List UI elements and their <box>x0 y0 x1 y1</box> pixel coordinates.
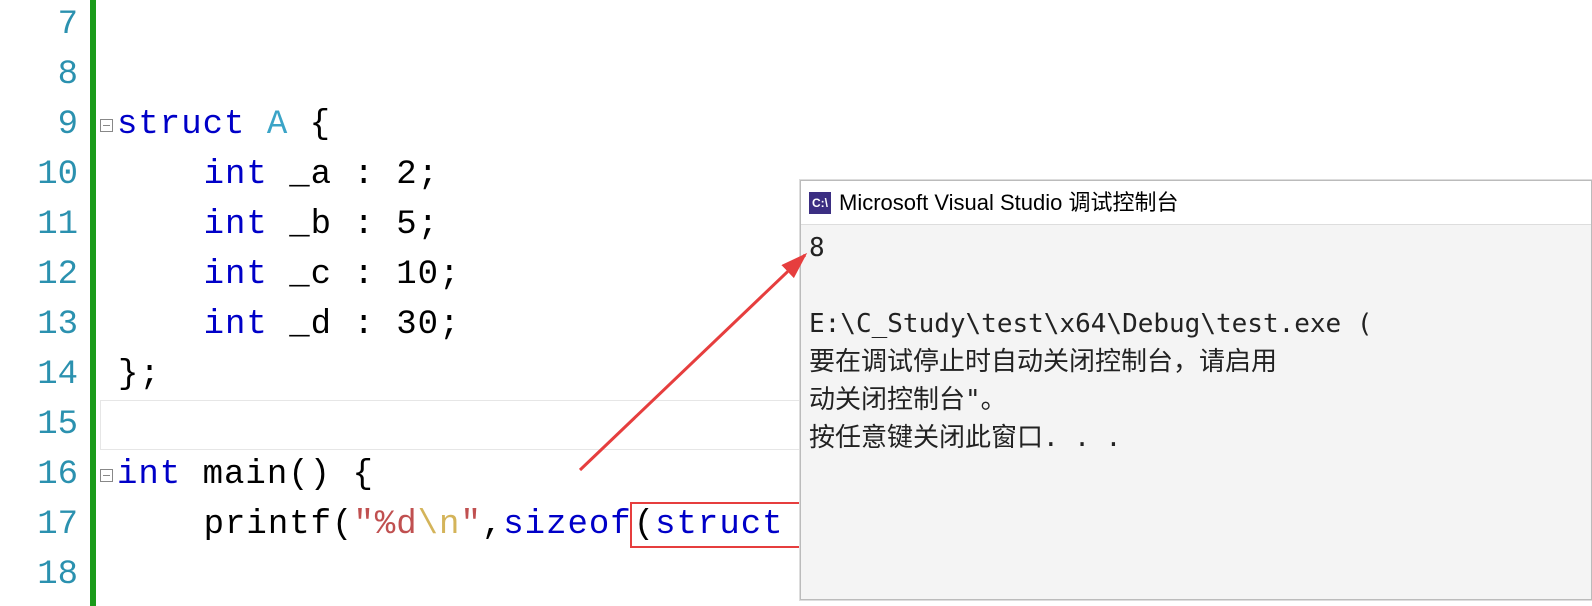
console-msg-3: 按任意键关闭此窗口. . . <box>809 423 1121 453</box>
console-titlebar[interactable]: C:\ Microsoft Visual Studio 调试控制台 <box>801 181 1591 225</box>
token-plain: _a : 2; <box>268 150 439 200</box>
token-kw: int <box>204 150 268 200</box>
token-plain: printf( <box>118 500 353 550</box>
token-kw: sizeof <box>503 500 631 550</box>
token-plain: { <box>288 100 331 150</box>
console-output[interactable]: 8 E:\C_Study\test\x64\Debug\test.exe ( 要… <box>801 225 1591 461</box>
token-kw: int <box>204 250 268 300</box>
console-icon: C:\ <box>809 192 831 214</box>
token-type: A <box>267 100 288 150</box>
token-plain <box>118 150 204 200</box>
token-kw: int <box>117 450 181 500</box>
token-plain: _b : 5; <box>268 200 439 250</box>
console-msg-2: 动关闭控制台"。 <box>809 385 1007 415</box>
line-number: 12 <box>0 250 78 300</box>
line-number: 10 <box>0 150 78 200</box>
token-kw: struct <box>117 100 245 150</box>
token-kw: struct <box>655 506 783 544</box>
line-number: 14 <box>0 350 78 400</box>
token-plain: _d : 30; <box>268 300 461 350</box>
console-title-text: Microsoft Visual Studio 调试控制台 <box>839 184 1178 222</box>
token-str: " <box>460 500 481 550</box>
token-plain <box>118 300 204 350</box>
console-path-line: E:\C_Study\test\x64\Debug\test.exe ( <box>809 309 1373 339</box>
token-plain <box>118 250 204 300</box>
token-plain: }; <box>118 350 161 400</box>
line-number: 15 <box>0 400 78 450</box>
change-bar <box>88 0 98 606</box>
code-line[interactable] <box>100 50 1592 100</box>
line-number: 18 <box>0 550 78 600</box>
token-plain <box>245 100 266 150</box>
line-number: 11 <box>0 200 78 250</box>
code-line[interactable]: struct A { <box>100 100 1592 150</box>
token-plain: _c : 10; <box>268 250 461 300</box>
line-number: 9 <box>0 100 78 150</box>
token-str: "%d <box>353 500 417 550</box>
line-number-gutter: 789101112131415161718 <box>0 0 88 606</box>
line-number: 8 <box>0 50 78 100</box>
token-esc: \n <box>418 500 461 550</box>
token-plain: , <box>482 500 503 550</box>
token-plain <box>118 200 204 250</box>
code-line[interactable] <box>100 0 1592 50</box>
line-number: 7 <box>0 0 78 50</box>
fold-toggle-icon[interactable] <box>100 119 113 132</box>
console-output-value: 8 <box>809 233 825 263</box>
line-number: 13 <box>0 300 78 350</box>
git-added-bar <box>90 0 96 606</box>
token-plain: ( <box>634 506 655 544</box>
fold-toggle-icon[interactable] <box>100 469 113 482</box>
line-number: 17 <box>0 500 78 550</box>
token-plain: main() { <box>181 450 374 500</box>
console-msg-1: 要在调试停止时自动关闭控制台，请启用 <box>809 347 1277 377</box>
line-number: 16 <box>0 450 78 500</box>
token-kw: int <box>204 300 268 350</box>
debug-console-window: C:\ Microsoft Visual Studio 调试控制台 8 E:\C… <box>800 180 1592 600</box>
token-kw: int <box>204 200 268 250</box>
